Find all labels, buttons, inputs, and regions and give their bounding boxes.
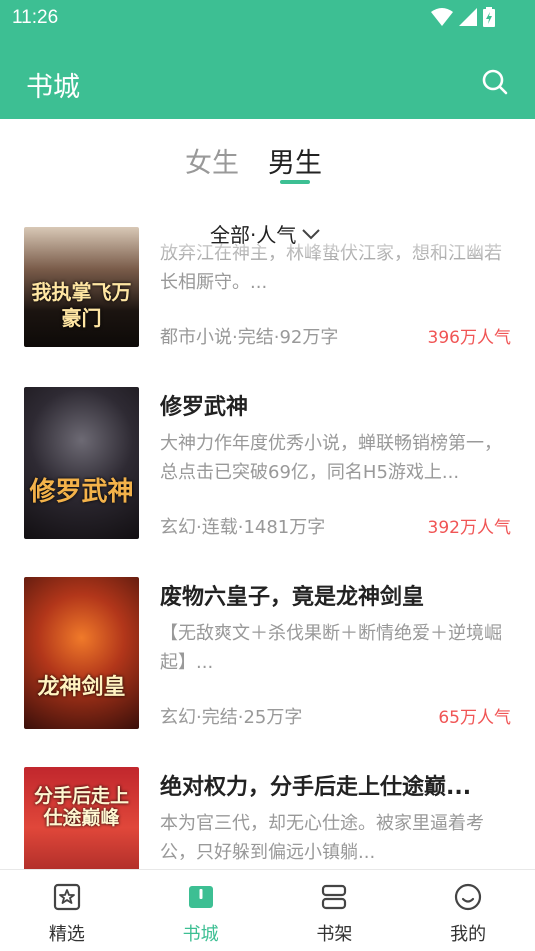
sort-filter-label: 全部·人气 — [210, 223, 297, 247]
tab-indicator — [280, 180, 310, 184]
nav-item-bookstore[interactable]: 书城 — [134, 870, 268, 951]
bottom-nav: 精选 书城 书架 我的 — [0, 869, 535, 951]
nav-label: 我的 — [450, 924, 487, 945]
status-icons — [431, 7, 495, 27]
book-cover[interactable]: 修罗武神 — [24, 387, 139, 539]
book-popularity: 396万人气 — [427, 328, 511, 348]
nav-item-profile[interactable]: 我的 — [401, 870, 535, 951]
book-item[interactable]: 分手后走上仕途巅峰 绝对权力，分手后走上仕途巅... 本为官三代，却无心仕途。被… — [0, 767, 535, 869]
book-item[interactable]: 修罗武神 修罗武神 大神力作年度优秀小说，蝉联畅销榜第一，总点击已突破69亿，同… — [0, 387, 535, 557]
tab-male[interactable]: 男生 — [268, 141, 322, 180]
book-item[interactable]: 我执掌飞万豪门 放弃江在神主，林峰蛰伏江家，想和江幽若长相厮守。... 都市小说… — [0, 227, 535, 397]
gender-tabs: 女生 男生 — [0, 119, 535, 199]
smile-profile-icon — [455, 883, 482, 911]
wifi-icon — [431, 8, 453, 26]
nav-item-bookshelf[interactable]: 书架 — [268, 870, 402, 951]
book-item[interactable]: 龙神剑皇 废物六皇子，竟是龙神剑皇 【无敌爽文＋杀伐果断＋断情绝爱＋逆境崛起】.… — [0, 577, 535, 747]
star-bookmark-icon — [53, 883, 80, 911]
cover-title-art: 分手后走上仕途巅峰 — [33, 785, 129, 829]
book-description: 【无敌爽文＋杀伐果断＋断情绝爱＋逆境崛起】... — [160, 623, 502, 673]
nav-label: 精选 — [48, 924, 85, 945]
book-description: 大神力作年度优秀小说，蝉联畅销榜第一，总点击已突破69亿，同名H5游戏上... — [160, 433, 502, 483]
book-popularity: 65万人气 — [438, 708, 511, 728]
battery-icon — [483, 7, 495, 27]
signal-icon — [459, 8, 477, 26]
cover-title-art: 龙神剑皇 — [37, 675, 126, 700]
tab-female[interactable]: 女生 — [185, 141, 239, 180]
book-title: 废物六皇子，竟是龙神剑皇 — [160, 585, 425, 610]
status-time: 11:26 — [12, 7, 59, 28]
nav-label: 书城 — [182, 924, 219, 945]
book-description: 本为官三代，却无心仕途。被家里逼着考公，只好躲到偏远小镇躺... — [160, 813, 484, 863]
book-meta: 都市小说·完结·92万字 — [160, 327, 339, 348]
search-icon[interactable] — [481, 68, 509, 96]
nav-label: 书架 — [316, 924, 353, 945]
book-meta: 玄幻·连载·1481万字 — [160, 517, 326, 538]
book-cover[interactable]: 分手后走上仕途巅峰 — [24, 767, 139, 869]
app-header: 11:26 书城 — [0, 0, 535, 119]
bookshelf-icon — [322, 884, 347, 910]
chevron-down-icon — [302, 228, 321, 239]
scroll-fade — [140, 227, 535, 267]
page-title: 书城 — [26, 72, 80, 103]
book-title: 绝对权力，分手后走上仕途巅... — [160, 775, 472, 800]
bookstore-icon — [188, 886, 213, 908]
sort-filter-dropdown[interactable]: 全部·人气 — [210, 219, 321, 248]
book-cover[interactable]: 龙神剑皇 — [24, 577, 139, 729]
book-title: 修罗武神 — [160, 395, 249, 420]
book-meta: 玄幻·完结·25万字 — [160, 707, 303, 728]
book-list: 我执掌飞万豪门 放弃江在神主，林峰蛰伏江家，想和江幽若长相厮守。... 都市小说… — [0, 199, 535, 869]
cover-title-art: 我执掌飞万豪门 — [31, 280, 132, 330]
book-popularity: 392万人气 — [427, 518, 511, 538]
nav-item-featured[interactable]: 精选 — [0, 870, 134, 951]
book-cover[interactable]: 我执掌飞万豪门 — [24, 227, 139, 347]
cover-title-art: 修罗武神 — [29, 477, 134, 507]
